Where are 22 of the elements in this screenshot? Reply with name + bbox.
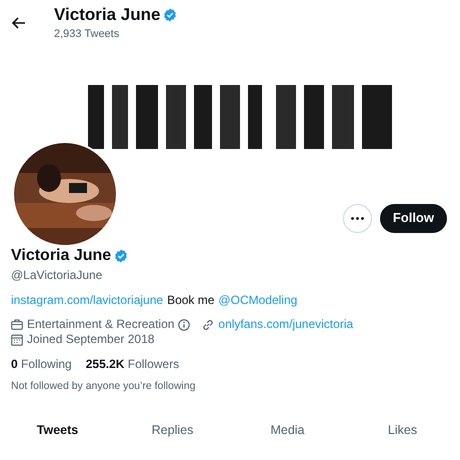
link-icon bbox=[202, 318, 214, 330]
following-link[interactable]: 0 Following bbox=[11, 356, 72, 372]
tweet-count: 2,933 Tweets bbox=[54, 26, 120, 40]
briefcase-icon bbox=[11, 319, 23, 330]
profile-name: Victoria June bbox=[54, 4, 160, 24]
back-icon[interactable] bbox=[12, 16, 26, 28]
bio-text: Book me bbox=[167, 292, 214, 308]
profile-name: Victoria June bbox=[11, 246, 112, 266]
more-icon bbox=[350, 216, 364, 220]
tab[interactable]: Replies bbox=[115, 415, 230, 445]
more-button[interactable] bbox=[342, 204, 372, 232]
tab[interactable]: Tweets bbox=[0, 415, 115, 445]
tab[interactable]: Media bbox=[230, 415, 345, 445]
join-date: Joined September 2018 bbox=[27, 332, 154, 347]
profile-category: Entertainment & Recreation bbox=[27, 317, 174, 332]
calendar-icon bbox=[11, 334, 23, 346]
followed-by-note: Not followed by anyone you’re following bbox=[11, 379, 196, 393]
follow-button[interactable]: Follow bbox=[380, 204, 447, 232]
info-icon[interactable] bbox=[178, 318, 190, 330]
profile-handle: @LaVictoriaJune bbox=[11, 267, 104, 283]
followers-link[interactable]: 255.2K Followers bbox=[86, 356, 180, 372]
tab[interactable]: Likes bbox=[345, 415, 460, 445]
